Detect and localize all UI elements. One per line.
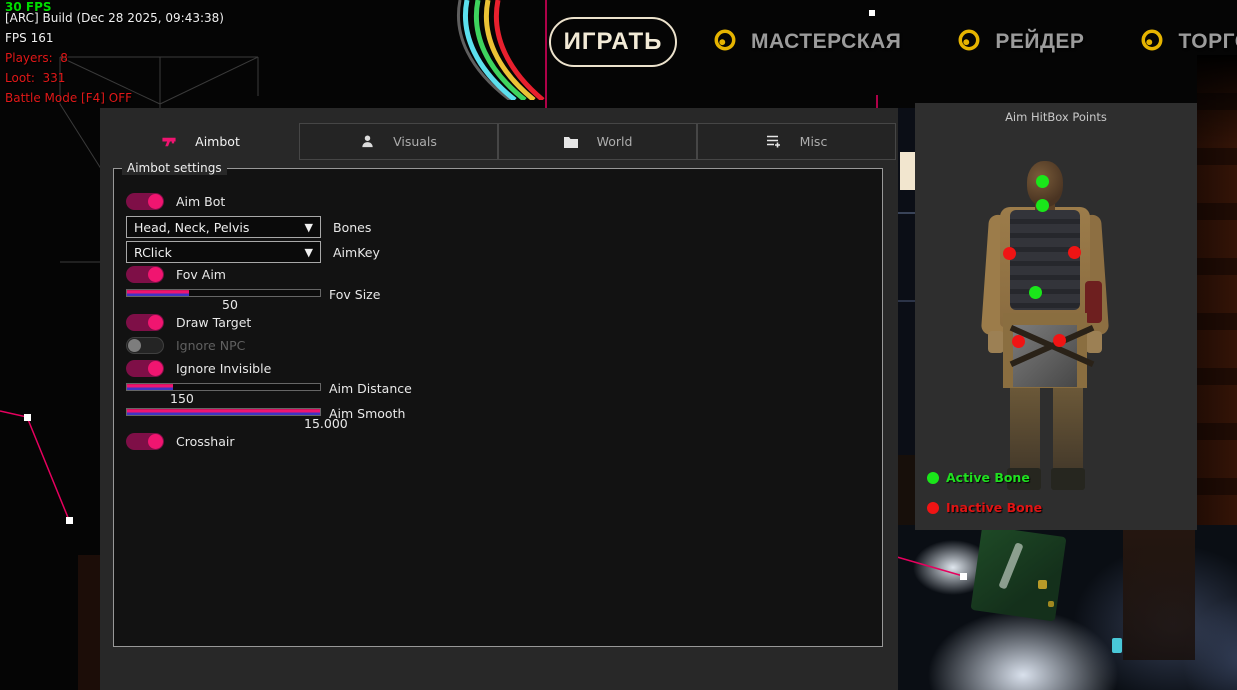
model-left-leg: [1010, 388, 1040, 473]
hud-line: FPS 161: [5, 31, 53, 45]
playlist-add-icon: [766, 134, 782, 149]
ignore-invisible-toggle[interactable]: [126, 360, 164, 377]
legend-dot: [927, 502, 939, 514]
fov-size-slider[interactable]: [126, 289, 321, 297]
tab-aimbot[interactable]: Aimbot: [102, 123, 299, 160]
chevron-down-icon: ▼: [305, 221, 313, 234]
tab-label: Visuals: [393, 134, 437, 149]
cheat-menu-window: Aimbot Visuals World Misc Aimbot settings A…: [100, 108, 898, 690]
aim-smooth-value: 15.000: [304, 416, 348, 431]
bone-dot-left-knee: [1012, 335, 1025, 348]
aim-distance-value: 150: [170, 391, 194, 406]
bone-dot-neck: [1036, 199, 1049, 212]
aim-distance-slider[interactable]: [126, 383, 321, 391]
tab-label: Aimbot: [195, 134, 240, 149]
panel-title: Aim HitBox Points: [915, 110, 1197, 124]
aim-distance-label: Aim Distance: [329, 381, 412, 396]
model-right-boot: [1051, 468, 1085, 490]
fov-size-row: Fov Size 50: [126, 289, 321, 309]
aim-key-value: RClick: [134, 245, 305, 260]
fov-aim-label: Fov Aim: [176, 267, 226, 282]
aim-distance-row: Aim Distance 150: [126, 383, 321, 403]
aim-key-row: RClick ▼ AimKey: [126, 241, 380, 263]
menu-item-мастерская[interactable]: МАСТЕРСКАЯ: [713, 28, 901, 56]
chevron-down-icon: ▼: [305, 246, 313, 259]
bone-dot-head: [1036, 175, 1049, 188]
hud-line: Loot: 331: [5, 71, 65, 85]
bones-label: Bones: [333, 220, 371, 235]
draw-target-toggle[interactable]: [126, 314, 164, 331]
bone-dot-left-arm: [1003, 247, 1016, 260]
menu-item-label: РЕЙДЕР: [995, 30, 1084, 54]
crosshair-row: Crosshair: [126, 433, 380, 450]
aim-smooth-fill: [127, 409, 320, 415]
ignore-npc-toggle[interactable]: [126, 337, 164, 354]
main-menu: МАСТЕРСКАЯ РЕЙДЕР ТОРГО: [713, 10, 1237, 74]
model-right-leg: [1053, 388, 1083, 473]
raider-icon: [957, 28, 981, 56]
aim-smooth-row: Aim Smooth 15.000: [126, 408, 321, 428]
aim-distance-fill: [127, 384, 173, 390]
draw-target-row: Draw Target: [126, 314, 380, 331]
model-right-hand: [1086, 331, 1102, 353]
tab-label: World: [597, 134, 633, 149]
crosshair-toggle[interactable]: [126, 433, 164, 450]
model-arm-patch: [1085, 281, 1102, 323]
folder-icon: [563, 135, 579, 149]
workshop-icon: [713, 28, 737, 56]
aim-bot-label: Aim Bot: [176, 194, 225, 209]
bone-dot-pelvis: [1029, 286, 1042, 299]
tab-world[interactable]: World: [498, 123, 697, 160]
ignore-npc-row: Ignore NPC: [126, 337, 380, 354]
fov-aim-toggle[interactable]: [126, 266, 164, 283]
game-screen: 30 FPS[ARC] Build (Dec 28 2025, 09:43:38…: [0, 0, 1237, 690]
aim-smooth-slider[interactable]: [126, 408, 321, 416]
aimbot-settings-group: Aimbot settings Aim Bot Head, Neck, Pelv…: [113, 168, 883, 647]
bones-dropdown[interactable]: Head, Neck, Pelvis ▼: [126, 216, 321, 238]
fov-aim-row: Fov Aim: [126, 266, 380, 283]
hitbox-panel: Aim HitBox Points Active Bone Inactive Bo…: [915, 103, 1197, 530]
model-left-hand: [988, 331, 1004, 353]
ignore-invisible-row: Ignore Invisible: [126, 360, 380, 377]
bones-row: Head, Neck, Pelvis ▼ Bones: [126, 216, 380, 238]
pistol-icon: [161, 134, 177, 149]
legend-dot: [927, 472, 939, 484]
bone-dot-right-arm: [1068, 246, 1081, 259]
trader-icon: [1140, 28, 1164, 56]
legend-inactive-bone: Inactive Bone: [927, 500, 1042, 515]
aim-key-label: AimKey: [333, 245, 380, 260]
legend-active-bone: Active Bone: [927, 470, 1030, 485]
tab-visuals[interactable]: Visuals: [299, 123, 498, 160]
model-vest: [1010, 210, 1080, 310]
fov-size-label: Fov Size: [329, 287, 380, 302]
hud-line: Battle Mode [F4] OFF: [5, 91, 132, 105]
aim-key-dropdown[interactable]: RClick ▼: [126, 241, 321, 263]
ignore-npc-label: Ignore NPC: [176, 338, 245, 353]
bone-dot-right-knee: [1053, 334, 1066, 347]
ignore-invisible-label: Ignore Invisible: [176, 361, 271, 376]
aim-bot-row: Aim Bot: [126, 193, 380, 210]
legend-label: Active Bone: [946, 470, 1030, 485]
tab-label: Misc: [800, 134, 828, 149]
fov-size-fill: [127, 290, 189, 296]
bones-value: Head, Neck, Pelvis: [134, 220, 305, 235]
tab-bar: Aimbot Visuals World Misc: [102, 123, 896, 160]
controls-column: Aim Bot Head, Neck, Pelvis ▼ Bones RClic…: [126, 193, 380, 456]
play-button[interactable]: ИГРАТЬ: [549, 17, 677, 67]
menu-item-label: ТОРГО: [1178, 30, 1237, 54]
fov-size-value: 50: [222, 297, 238, 312]
person-icon: [360, 134, 375, 149]
tab-misc[interactable]: Misc: [697, 123, 896, 160]
hud-line: [ARC] Build (Dec 28 2025, 09:43:38): [5, 11, 224, 25]
draw-target-label: Draw Target: [176, 315, 251, 330]
legend-label: Inactive Bone: [946, 500, 1042, 515]
aim-bot-toggle[interactable]: [126, 193, 164, 210]
group-title: Aimbot settings: [122, 161, 227, 175]
hud-line: Players: 8: [5, 51, 68, 65]
menu-item-label: МАСТЕРСКАЯ: [751, 30, 901, 54]
menu-item-рейдер[interactable]: РЕЙДЕР: [957, 28, 1084, 56]
menu-item-торго[interactable]: ТОРГО: [1140, 28, 1237, 56]
crosshair-label: Crosshair: [176, 434, 234, 449]
